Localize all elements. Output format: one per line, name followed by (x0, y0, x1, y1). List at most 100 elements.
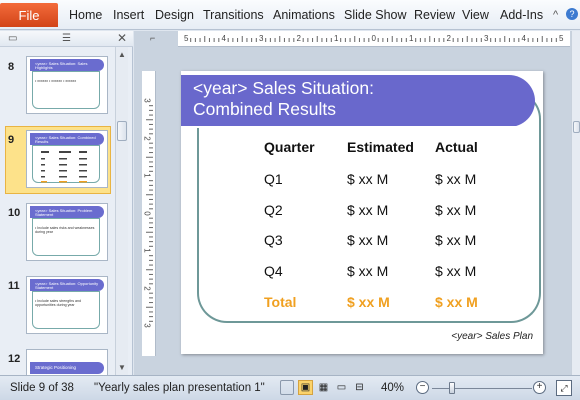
ruler-label: 2 (446, 34, 451, 43)
thumbnail-number: 10 (8, 207, 21, 219)
table-cell: $ xx M (435, 171, 477, 187)
thumbnail-title-bar: <year> Sales Situation: Problem Statemen… (30, 206, 104, 218)
tab-review[interactable]: Review (414, 8, 455, 22)
thumbnail-title: <year> Sales Situation: Combined Results (35, 135, 96, 144)
ruler-label: 3 (259, 34, 264, 43)
slide-thumbnail-9[interactable]: <year> Sales Situation: Combined Results (26, 130, 108, 188)
table-cell: $ xx M (347, 263, 389, 279)
slide-counter: Slide 9 of 38 (10, 382, 74, 394)
scrollbar-thumb[interactable] (117, 121, 127, 141)
tab-insert[interactable]: Insert (113, 8, 144, 22)
spellcheck-icon[interactable] (280, 380, 294, 395)
scroll-down-icon[interactable]: ▼ (116, 360, 128, 374)
ruler-label: 5 (184, 34, 189, 43)
ruler-label: 3 (142, 323, 152, 328)
zoom-slider-knob[interactable] (449, 382, 455, 394)
thumbnail-title: Strategic Positioning (35, 365, 77, 370)
table-cell: Q4 (264, 263, 283, 279)
table-cell: $ xx M (435, 202, 477, 218)
thumbnail-number: 11 (8, 280, 20, 292)
thumbnail-title-bar: Strategic Positioning (30, 362, 104, 374)
thumbnail-title-bar: <year> Sales Situation: Combined Results (30, 133, 104, 145)
reading-view-icon[interactable]: ▭ (334, 380, 349, 395)
tab-transitions[interactable]: Transitions (203, 8, 264, 22)
presentation-name: "Yearly sales plan presentation 1" (94, 382, 265, 394)
fit-to-window-icon[interactable]: ⤢ (556, 380, 572, 396)
thumbnail-body: • Include sales risks and weaknesses dur… (35, 226, 95, 234)
table-header-actual: Actual (435, 139, 478, 155)
slide-thumbnail-8[interactable]: <year> Sales Situation: Sales Highlights… (26, 56, 108, 114)
zoom-level[interactable]: 40% (381, 382, 404, 394)
slide-title-line-1: <year> Sales Situation: (193, 78, 374, 98)
title-underline (181, 126, 535, 128)
table-header-quarter: Quarter (264, 139, 315, 155)
slide-thumbnail-12[interactable]: Strategic Positioning (26, 349, 108, 375)
ruler-label: 0 (371, 34, 376, 43)
tab-view[interactable]: View (462, 8, 489, 22)
slide-thumbnail-10[interactable]: <year> Sales Situation: Problem Statemen… (26, 203, 108, 261)
ruler-label: 1 (142, 248, 152, 253)
ruler-label: 3 (142, 98, 152, 103)
vertical-ruler: 3 2 1 0 1 2 3 (142, 71, 156, 356)
slide-editing-area: 5 4 3 2 1 0 1 2 3 4 5 ⌐ 3 2 1 0 1 2 3 <year> Sales Situa… (134, 31, 580, 375)
table-cell: $ xx M (347, 232, 389, 248)
zoom-slider-track[interactable] (432, 388, 532, 389)
ruler-label: 5 (559, 34, 564, 43)
thumbnail-body: • Include sales strengths and opportunit… (35, 299, 82, 307)
thumbnail-title: <year> Sales Situation: Sales Highlights (35, 61, 88, 70)
slideshow-icon[interactable]: ⊟ (352, 380, 367, 395)
tab-animations[interactable]: Animations (273, 8, 335, 22)
ruler-label: 1 (409, 34, 414, 43)
table-cell: $ xx M (347, 202, 389, 218)
ruler-label: 2 (142, 135, 152, 141)
tab-slide-show[interactable]: Slide Show (344, 8, 407, 22)
thumbnail-content-box (32, 291, 100, 329)
table-header-estimated: Estimated (347, 139, 414, 155)
file-tab[interactable]: File (0, 3, 58, 27)
ruler-label: 2 (142, 285, 152, 291)
slide-title-line-2: Combined Results (193, 99, 336, 119)
thumbnail-content-box (32, 218, 100, 256)
outline-tab-icon[interactable]: ☰ (62, 33, 71, 44)
table-cell: Q1 (264, 171, 283, 187)
slide-canvas[interactable]: <year> Sales Situation: Combined Results… (181, 71, 543, 354)
zoom-in-icon[interactable]: + (533, 381, 546, 394)
ruler-label: 2 (296, 34, 301, 43)
table-cell: $ xx M (435, 232, 477, 248)
slides-tab-icon[interactable]: ▭ (8, 33, 17, 44)
horizontal-ruler: 5 4 3 2 1 0 1 2 3 4 5 (178, 31, 570, 47)
normal-view-icon[interactable]: ▣ (298, 380, 313, 395)
table-cell: Q2 (264, 202, 283, 218)
tab-design[interactable]: Design (155, 8, 194, 22)
scrollbar-thumb[interactable] (573, 121, 580, 133)
thumbnail-number: 8 (8, 61, 15, 73)
scroll-up-icon[interactable]: ▲ (116, 47, 128, 61)
thumbnail-title: <year> Sales Situation: Opportunity Stat… (35, 281, 99, 290)
thumbnail-table-preview (41, 151, 87, 183)
slide-thumbnail-11[interactable]: <year> Sales Situation: Opportunity Stat… (26, 276, 108, 334)
thumbnail-content-box (32, 71, 100, 109)
thumbnail-body: • xxxxxx • xxxxxx • xxxxxx (35, 79, 77, 83)
ruler-label: 4 (221, 34, 226, 43)
close-icon[interactable]: ✕ (117, 31, 127, 45)
help-icon[interactable]: ? (566, 8, 578, 20)
ruler-label: 4 (521, 34, 526, 43)
thumbnail-title-bar: <year> Sales Situation: Sales Highlights (30, 59, 104, 71)
slide-footer: <year> Sales Plan (451, 331, 533, 342)
ruler-corner-icon: ⌐ (150, 33, 156, 43)
slides-panel-scrollbar[interactable]: ▲ ▼ (115, 47, 128, 375)
tab-add-ins[interactable]: Add-Ins (500, 8, 543, 22)
slide-sorter-icon[interactable]: ▦ (316, 380, 331, 395)
ribbon: File Home Insert Design Transitions Anim… (0, 0, 580, 30)
table-cell: $ xx M (435, 263, 477, 279)
ruler-label: 1 (142, 173, 152, 178)
tab-home[interactable]: Home (69, 8, 102, 22)
zoom-out-icon[interactable]: − (416, 381, 429, 394)
table-total-actual: $ xx M (435, 294, 478, 310)
ruler-label: 1 (334, 34, 339, 43)
slide-title[interactable]: <year> Sales Situation: Combined Results (193, 78, 374, 120)
thumbnail-number: 9 (8, 134, 15, 146)
minimize-ribbon-icon[interactable]: ^ (553, 9, 558, 21)
slides-panel: ▭ ☰ ✕ 8 <year> Sales Situation: Sales Hi… (0, 31, 133, 375)
editor-scrollbar[interactable] (571, 31, 580, 375)
